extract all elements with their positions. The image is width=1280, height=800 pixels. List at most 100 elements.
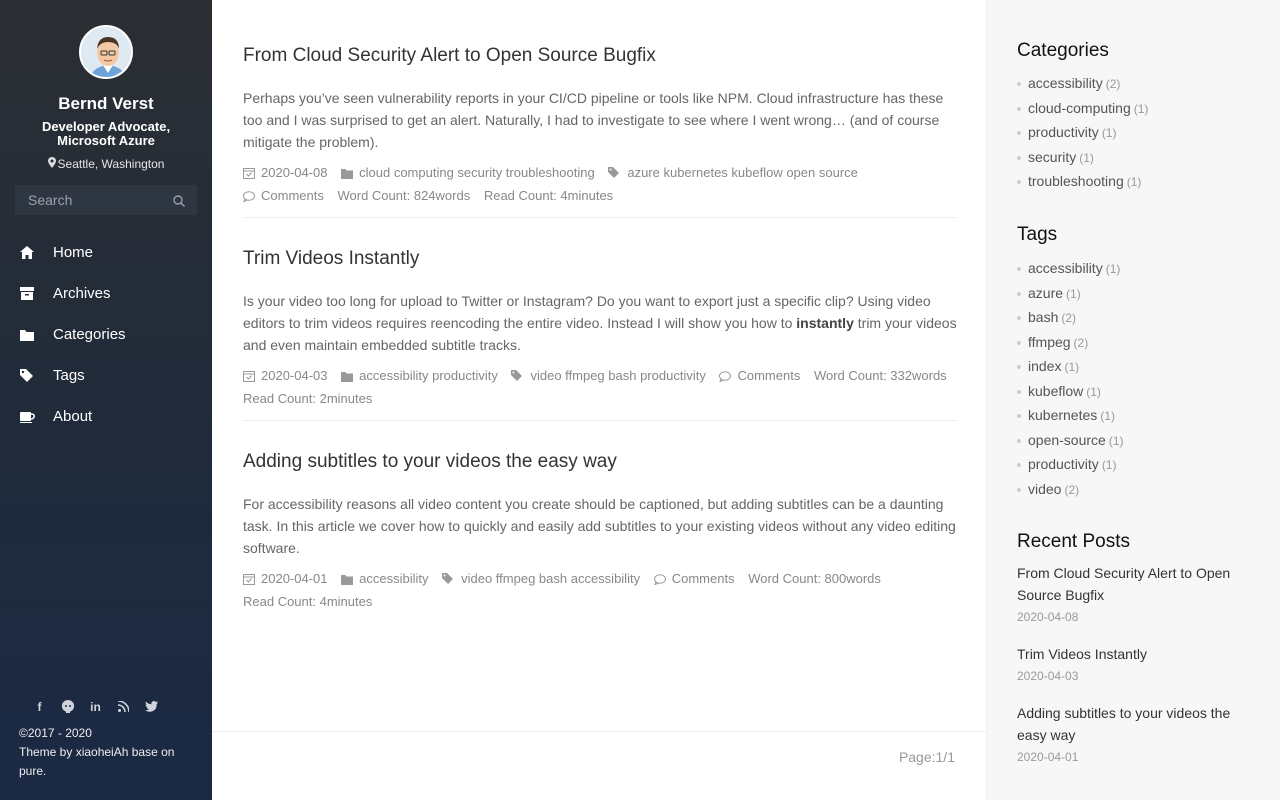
divider (243, 217, 957, 218)
post-categories[interactable]: cloud computing security troubleshooting (359, 165, 595, 180)
tag-name[interactable]: productivity (1028, 456, 1099, 472)
tag-count: (1) (1064, 360, 1080, 374)
post-tags[interactable]: video ffmpeg bash productivity (530, 368, 705, 383)
nav-label: About (53, 408, 93, 425)
avatar[interactable] (79, 25, 133, 79)
tag-item[interactable]: open-source (1) (1017, 428, 1124, 453)
nav-item-about[interactable]: About (0, 396, 212, 437)
category-name[interactable]: productivity (1028, 124, 1099, 140)
post-tags[interactable]: azure kubernetes kubeflow open source (627, 165, 858, 180)
recent-post-date: 2020-04-03 (1017, 669, 1079, 683)
recent-posts-heading: Recent Posts (1017, 531, 1130, 552)
post-title[interactable]: Trim Videos Instantly (243, 248, 957, 270)
home-icon (19, 245, 35, 261)
main-content: From Cloud Security Alert to Open Source… (212, 0, 986, 800)
tag-name[interactable]: bash (1028, 309, 1058, 325)
comment-icon (653, 570, 666, 591)
tag-name[interactable]: ffmpeg (1028, 334, 1071, 350)
tag-item[interactable]: kubernetes (1) (1017, 403, 1124, 428)
tags-icon (442, 570, 455, 591)
tag-item[interactable]: accessibility (1) (1017, 256, 1124, 281)
nav-item-tags[interactable]: Tags (0, 355, 212, 396)
search-box (15, 185, 197, 215)
category-name[interactable]: cloud-computing (1028, 100, 1131, 116)
search-icon[interactable] (173, 194, 185, 207)
tags-icon (608, 164, 621, 185)
calendar-icon (243, 164, 255, 185)
coffee-icon (19, 409, 35, 425)
recent-post-title[interactable]: From Cloud Security Alert to Open Source… (1017, 562, 1257, 606)
post-date: 2020-04-01 (261, 571, 328, 586)
category-item[interactable]: productivity (1) (1017, 120, 1148, 145)
right-sidebar: Categories accessibility (2) cloud-comput… (986, 0, 1280, 800)
facebook-icon[interactable]: f (31, 698, 48, 715)
post-comments[interactable]: Comments (672, 571, 735, 586)
post-read-count: Read Count: 4minutes (243, 594, 373, 609)
tag-name[interactable]: kubernetes (1028, 407, 1097, 423)
category-item[interactable]: troubleshooting (1) (1017, 169, 1148, 194)
divider (243, 420, 957, 421)
tag-item[interactable]: azure (1) (1017, 281, 1124, 306)
tag-count: (2) (1064, 482, 1080, 497)
nav-label: Archives (53, 285, 111, 302)
post-excerpt: Is your video too long for upload to Twi… (243, 290, 957, 356)
excerpt-bold: instantly (796, 315, 854, 331)
category-count: (1) (1101, 126, 1117, 140)
tag-count: (1) (1108, 433, 1124, 448)
tags-icon (19, 368, 35, 384)
recent-post-title[interactable]: Adding subtitles to your videos the easy… (1017, 702, 1257, 746)
category-count: (1) (1126, 175, 1142, 189)
tag-count: (1) (1100, 409, 1115, 423)
linkedin-icon[interactable]: in (87, 698, 104, 715)
nav-item-home[interactable]: Home (0, 232, 212, 273)
profile-name: Bernd Verst (58, 94, 154, 113)
tag-name[interactable]: accessibility (1028, 260, 1103, 276)
nav-item-archives[interactable]: Archives (0, 273, 212, 314)
tags-icon (511, 367, 524, 388)
post-meta: 2020-04-01 accessibility video ffmpeg ba… (243, 568, 957, 612)
post-title[interactable]: Adding subtitles to your videos the easy… (243, 451, 957, 473)
tag-item[interactable]: kubeflow (1) (1017, 379, 1124, 404)
post-excerpt: For accessibility reasons all video cont… (243, 496, 956, 556)
github-icon[interactable] (59, 698, 76, 715)
post-categories[interactable]: accessibility (359, 571, 428, 586)
recent-post: From Cloud Security Alert to Open Source… (1017, 562, 1257, 624)
tag-item[interactable]: bash (2) (1017, 305, 1124, 330)
post-title[interactable]: From Cloud Security Alert to Open Source… (243, 45, 957, 67)
post-tags[interactable]: video ffmpeg bash accessibility (461, 571, 640, 586)
tag-name[interactable]: index (1028, 358, 1061, 374)
tag-item[interactable]: ffmpeg (2) (1017, 330, 1124, 355)
post-excerpt: Perhaps you’ve seen vulnerability report… (243, 90, 944, 150)
post-comments[interactable]: Comments (261, 188, 324, 203)
recent-post: Adding subtitles to your videos the easy… (1017, 702, 1257, 764)
search-input[interactable] (15, 185, 165, 215)
category-name[interactable]: security (1028, 149, 1076, 165)
nav-item-categories[interactable]: Categories (0, 314, 212, 355)
category-name[interactable]: accessibility (1028, 75, 1103, 91)
tags-list: accessibility (1) azure (1) bash (2) ffmpeg… (1017, 256, 1124, 501)
tag-name[interactable]: video (1028, 481, 1061, 497)
comment-icon (719, 367, 732, 388)
tag-count: (1) (1101, 458, 1117, 472)
recent-post-title[interactable]: Trim Videos Instantly (1017, 643, 1257, 665)
category-item[interactable]: accessibility (2) (1017, 71, 1148, 96)
category-item[interactable]: security (1) (1017, 145, 1148, 170)
tag-name[interactable]: kubeflow (1028, 383, 1083, 399)
tag-item[interactable]: index (1) (1017, 354, 1124, 379)
twitter-icon[interactable] (143, 698, 160, 715)
tags-heading: Tags (1017, 224, 1058, 245)
tag-name[interactable]: open-source (1028, 432, 1106, 448)
post-categories[interactable]: accessibility productivity (359, 368, 498, 383)
calendar-icon (243, 570, 255, 591)
tag-item[interactable]: productivity (1) (1017, 452, 1124, 477)
tag-item[interactable]: video (2) (1017, 477, 1124, 502)
post: Trim Videos Instantly Is your video too … (243, 248, 957, 409)
rss-icon[interactable] (115, 698, 132, 715)
post-comments[interactable]: Comments (737, 368, 800, 383)
category-item[interactable]: cloud-computing (1) (1017, 96, 1148, 121)
category-name[interactable]: troubleshooting (1028, 173, 1124, 189)
category-count: (1) (1133, 101, 1149, 116)
post-date: 2020-04-08 (261, 165, 328, 180)
tag-name[interactable]: azure (1028, 285, 1063, 301)
profile-role: Developer Advocate, Microsoft Azure (41, 119, 171, 148)
